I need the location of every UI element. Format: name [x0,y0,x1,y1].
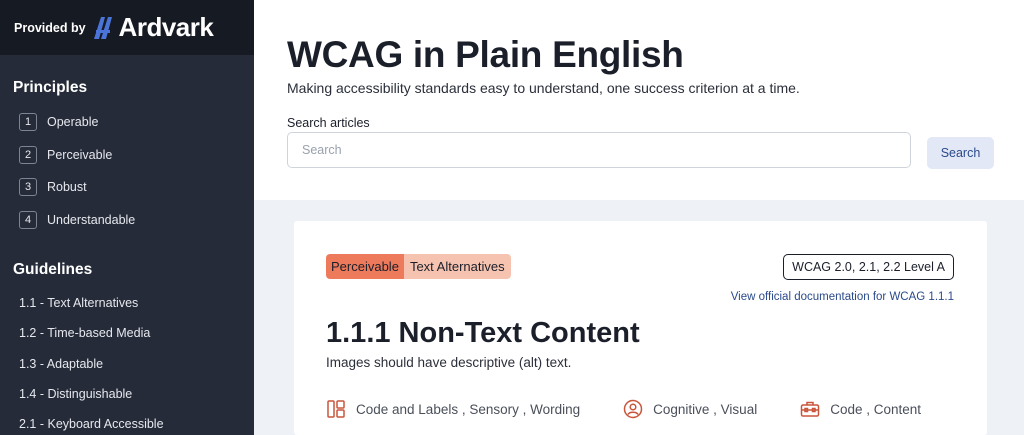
search-button[interactable]: Search [927,137,994,169]
category-label: Code , Content [830,401,922,417]
category-label: Code and Labels , Sensory , Wording [356,401,581,417]
principle-number: 1 [19,113,37,131]
category-item: Code and Labels , Sensory , Wording [326,399,580,419]
criterion-summary: Images should have descriptive (alt) tex… [326,355,572,370]
principles-heading: Principles [13,79,88,96]
layout-icon [327,400,345,418]
principle-item-perceivable[interactable]: 2 Perceivable [19,146,112,164]
principle-item-robust[interactable]: 3 Robust [19,178,87,196]
guideline-item-2-1[interactable]: 2.1 - Keyboard Accessible [19,417,164,431]
logo-text: Ardvark [118,12,214,42]
page-title: WCAG in Plain English [287,34,684,75]
ardvark-logo[interactable]: Ardvark [93,12,214,43]
level-badge: WCAG 2.0, 2.1, 2.2 Level A [783,254,954,280]
official-docs-link[interactable]: View official documentation for WCAG 1.1… [731,291,954,303]
guidelines-heading: Guidelines [13,261,93,278]
guideline-item-1-4[interactable]: 1.4 - Distinguishable [19,387,132,401]
provided-by-label: Provided by [14,20,86,35]
person-circle-icon [623,399,643,419]
criterion-title: 1.1.1 Non-Text Content [326,317,640,349]
guideline-item-1-2[interactable]: 1.2 - Time-based Media [19,326,150,340]
article-card: Perceivable Text Alternatives WCAG 2.0, … [294,221,987,435]
principle-number: 3 [19,178,37,196]
principle-item-operable[interactable]: 1 Operable [19,113,98,131]
page-subtitle: Making accessibility standards easy to u… [287,80,800,96]
tag-group: Perceivable Text Alternatives [326,254,511,279]
category-label: Cognitive , Visual [653,401,758,417]
guideline-item-1-3[interactable]: 1.3 - Adaptable [19,357,103,371]
principle-number: 2 [19,146,37,164]
search-label: Search articles [287,116,370,130]
toolbox-icon [800,401,820,417]
category-item: Cognitive , Visual [623,399,757,419]
category-list: Code and Labels , Sensory , Wording Cogn… [326,399,921,419]
search-input[interactable] [287,132,911,168]
principle-item-understandable[interactable]: 4 Understandable [19,211,135,229]
principle-number: 4 [19,211,37,229]
principle-tag[interactable]: Perceivable [326,254,404,279]
principle-label: Understandable [47,213,136,227]
principle-label: Operable [47,115,99,129]
guideline-tag[interactable]: Text Alternatives [403,254,511,279]
category-item: Code , Content [800,399,921,419]
principle-label: Robust [47,180,87,194]
page-header: WCAG in Plain English Making accessibili… [254,0,1024,200]
ardvark-logo-icon [93,16,112,39]
guideline-item-1-1[interactable]: 1.1 - Text Alternatives [19,296,138,310]
sidebar: Provided by Ardvark Principles 1 Operabl… [0,0,254,435]
principle-label: Perceivable [47,148,113,162]
brand-bar: Provided by Ardvark [0,0,254,55]
